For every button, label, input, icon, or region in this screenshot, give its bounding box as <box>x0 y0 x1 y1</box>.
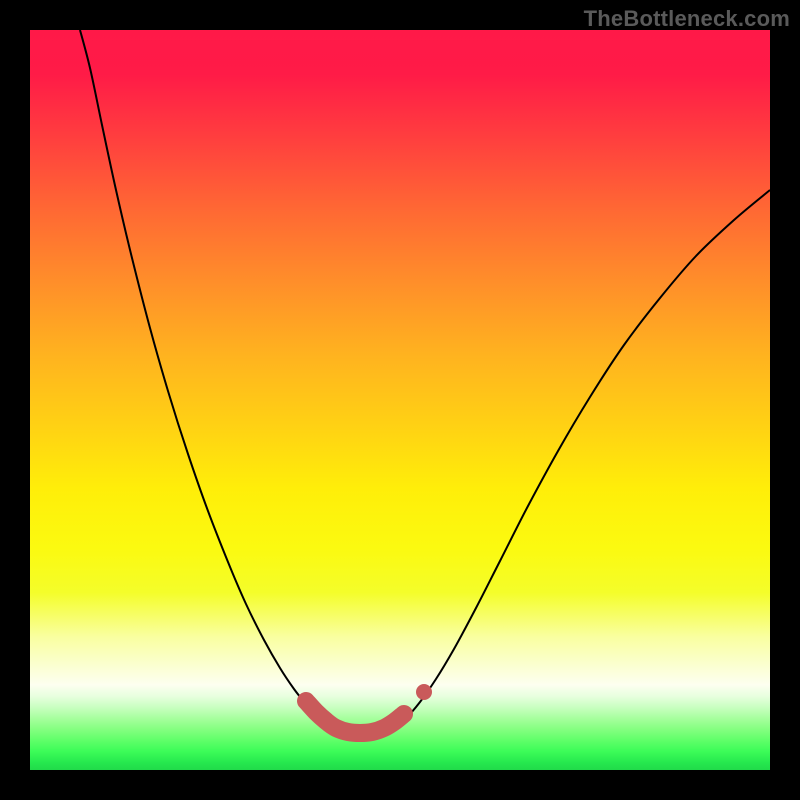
plot-area <box>30 30 770 770</box>
background-gradient <box>30 30 770 770</box>
watermark-label: TheBottleneck.com <box>584 6 790 32</box>
chart-stage: TheBottleneck.com <box>0 0 800 800</box>
